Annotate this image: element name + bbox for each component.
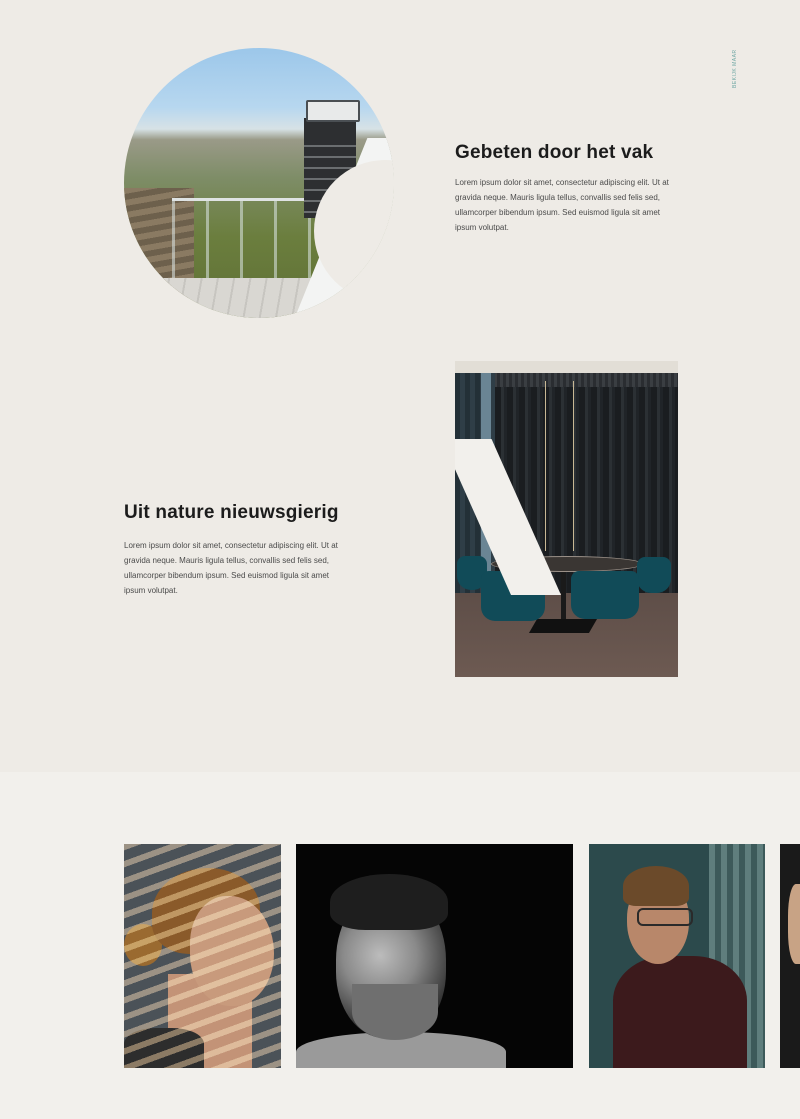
feature-text: Lorem ipsum dolor sit amet, consectetur … xyxy=(455,178,669,232)
team-photo[interactable] xyxy=(589,844,765,1068)
chair xyxy=(637,557,671,593)
sweater xyxy=(613,956,747,1068)
feature-title: Gebeten door het vak xyxy=(455,142,654,163)
table-base xyxy=(528,619,598,633)
pendant-wire xyxy=(545,381,546,551)
tower-cabin xyxy=(306,100,360,122)
light-stripes xyxy=(124,844,281,1068)
team-photo[interactable] xyxy=(296,844,573,1068)
feature-text: Lorem ipsum dolor sit amet, consectetur … xyxy=(124,541,338,595)
scroll-hint-label[interactable]: BEKIJK MAAR xyxy=(732,48,742,88)
glasses xyxy=(637,908,693,926)
beard xyxy=(352,984,438,1040)
features-section xyxy=(0,0,800,772)
meeting-room-image xyxy=(455,361,678,677)
building-ring-image xyxy=(124,48,394,318)
chair xyxy=(571,571,639,619)
face xyxy=(788,884,800,964)
pendant-wire xyxy=(573,381,574,551)
ceiling xyxy=(455,361,678,373)
team-photo[interactable] xyxy=(780,844,800,1068)
hair xyxy=(623,866,689,906)
team-photo[interactable] xyxy=(124,844,281,1068)
feature-title: Uit nature nieuwsgierig xyxy=(124,502,339,523)
hair xyxy=(330,874,448,930)
